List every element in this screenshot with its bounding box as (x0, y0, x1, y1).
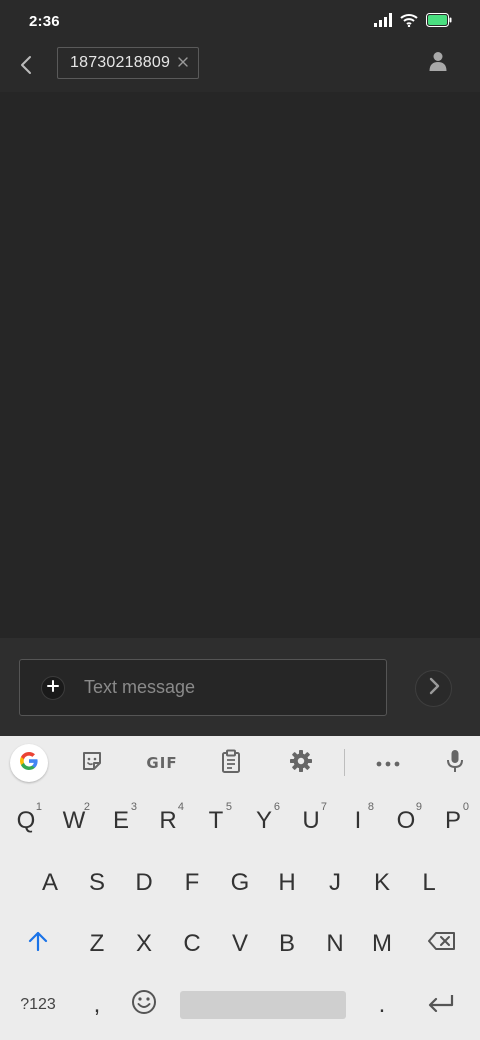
key-hint: 9 (415, 801, 422, 813)
settings-button[interactable] (283, 745, 319, 781)
key-label: Y (255, 807, 272, 834)
key-a[interactable]: A (26, 860, 74, 906)
key-e[interactable]: E3 (97, 798, 145, 844)
recipient-chip[interactable]: 18730218809 (57, 47, 199, 79)
sticker-button[interactable] (74, 745, 110, 781)
wifi-icon (400, 13, 418, 27)
chevron-right-icon (428, 677, 440, 700)
key-hint: 1 (35, 801, 42, 813)
key-z[interactable]: Z (73, 921, 121, 967)
key-label: Q (16, 807, 36, 834)
sticker-icon (81, 750, 103, 777)
google-icon (18, 750, 40, 777)
recipient-number: 18730218809 (70, 54, 171, 71)
symbols-key[interactable]: ?123 (10, 982, 66, 1028)
add-contact-button[interactable] (426, 51, 450, 75)
battery-icon (426, 13, 452, 27)
toolbar-divider (344, 749, 345, 776)
key-g[interactable]: G (216, 860, 264, 906)
key-i[interactable]: I8 (334, 798, 382, 844)
key-label: I (354, 807, 362, 834)
key-b[interactable]: B (263, 921, 311, 967)
key-k[interactable]: K (358, 860, 406, 906)
key-c[interactable]: C (168, 921, 216, 967)
voice-input-button[interactable] (437, 745, 473, 781)
key-l[interactable]: L (405, 860, 453, 906)
message-box[interactable] (19, 659, 387, 716)
send-button[interactable] (415, 670, 452, 707)
more-button[interactable] (370, 745, 406, 781)
google-button[interactable] (10, 744, 48, 782)
chevron-left-icon (20, 55, 32, 80)
status-icons (374, 13, 452, 27)
space-key[interactable] (180, 991, 346, 1019)
key-v[interactable]: V (216, 921, 264, 967)
emoji-key[interactable] (122, 982, 166, 1028)
key-hint: 5 (225, 801, 232, 813)
key-s[interactable]: S (73, 860, 121, 906)
key-o[interactable]: O9 (382, 798, 430, 844)
person-icon (429, 51, 447, 76)
key-y[interactable]: Y6 (240, 798, 288, 844)
enter-icon (428, 991, 454, 1019)
back-button[interactable] (12, 52, 40, 82)
plus-icon (47, 679, 59, 697)
key-d[interactable]: D (120, 860, 168, 906)
key-h[interactable]: H (263, 860, 311, 906)
message-composer (0, 638, 480, 736)
message-input[interactable] (84, 660, 374, 715)
key-w[interactable]: W2 (50, 798, 98, 844)
clipboard-button[interactable] (213, 745, 249, 781)
comma-key[interactable]: , (75, 982, 119, 1028)
key-r[interactable]: R4 (144, 798, 192, 844)
key-hint: 0 (462, 801, 469, 813)
close-icon (178, 54, 188, 72)
key-j[interactable]: J (311, 860, 359, 906)
conversation-header: 18730218809 (0, 44, 480, 92)
key-label: E (112, 807, 129, 834)
key-hint: 2 (83, 801, 90, 813)
shift-key[interactable] (14, 921, 62, 967)
key-m[interactable]: M (358, 921, 406, 967)
key-label: P (444, 807, 461, 834)
key-hint: 7 (320, 801, 327, 813)
keyboard-toolbar: GIF (0, 736, 480, 788)
shift-icon (28, 930, 48, 958)
status-bar: 2:36 (0, 0, 480, 44)
emoji-icon (131, 989, 157, 1022)
key-label: O (396, 807, 416, 834)
key-n[interactable]: N (311, 921, 359, 967)
key-hint: 3 (130, 801, 137, 813)
gear-icon (289, 749, 313, 778)
attach-button[interactable] (41, 676, 65, 700)
key-q[interactable]: Q1 (2, 798, 50, 844)
remove-recipient-button[interactable] (176, 56, 190, 70)
clipboard-icon (221, 749, 241, 778)
period-key[interactable]: . (360, 982, 404, 1028)
more-icon (376, 754, 400, 772)
key-hint: 4 (177, 801, 184, 813)
key-hint: 8 (367, 801, 374, 813)
keyboard: G I F Q 1 W 2 E 3 R 4 T 5 Y 6 U 7 I 8 O 9 … (0, 736, 480, 1040)
key-p[interactable]: P0 (429, 798, 477, 844)
key-label: T (208, 807, 224, 834)
conversation-area (0, 92, 480, 638)
key-u[interactable]: U7 (287, 798, 335, 844)
signal-icon (374, 13, 392, 27)
backspace-icon (428, 930, 456, 958)
gif-button[interactable]: GIF (142, 745, 182, 781)
key-x[interactable]: X (120, 921, 168, 967)
key-hint: 6 (273, 801, 280, 813)
status-time: 2:36 (29, 13, 60, 30)
key-label: W (62, 807, 86, 834)
key-f[interactable]: F (168, 860, 216, 906)
key-label: U (302, 807, 320, 834)
backspace-key[interactable] (417, 921, 467, 967)
mic-icon (446, 749, 464, 778)
gif-label: GIF (146, 754, 178, 772)
enter-key[interactable] (416, 982, 466, 1028)
key-t[interactable]: T5 (192, 798, 240, 844)
key-label: R (159, 807, 177, 834)
